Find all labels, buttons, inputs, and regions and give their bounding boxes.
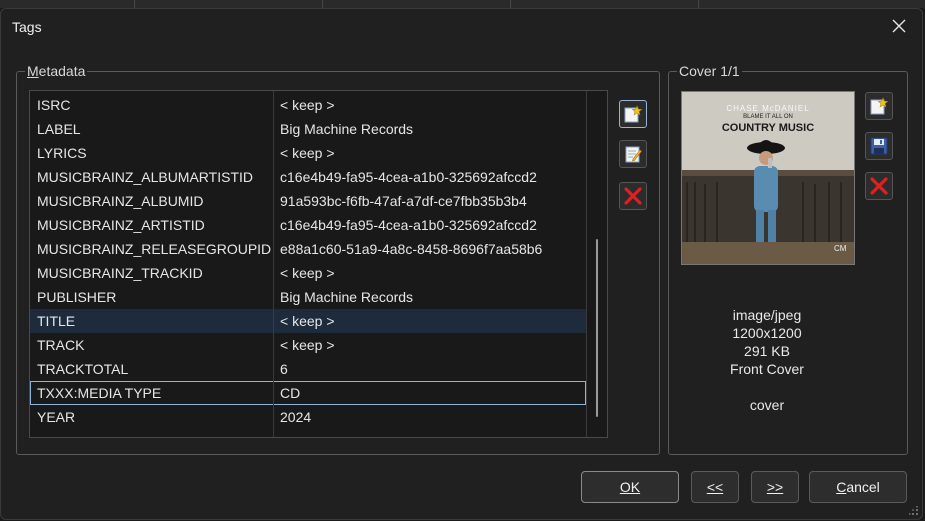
vertical-scrollbar[interactable] [596,239,598,417]
tag-value-cell[interactable]: < keep > [280,337,335,353]
tag-name-cell: LABEL [37,121,81,137]
tag-name-cell: TXXX:MEDIA TYPE [37,385,162,401]
table-row[interactable]: MUSICBRAINZ_ALBUMARTISTID c16e4b49-fa95-4… [30,165,586,189]
delete-tag-icon [624,187,642,205]
table-row[interactable]: TRACK < keep > [30,333,586,357]
table-row[interactable]: MUSICBRAINZ_TRACKID < keep > [30,261,586,285]
add-tag-button[interactable] [619,100,647,128]
metadata-group-label: Metadata [25,63,88,79]
delete-tag-button[interactable] [619,182,647,210]
cover-type: Front Cover [730,361,804,377]
cover-art-subtitle: BLAME IT ALL ON [743,114,793,120]
tag-name-cell: LYRICS [37,145,87,161]
metadata-table[interactable]: ISRC < keep > LABEL Big Machine Records LYRI… [29,90,608,438]
title-bar: Tags [1,9,922,47]
cover-info: image/jpeg 1200x1200 291 KB Front Cover … [669,306,865,414]
cancel-label-rest: ancel [846,479,880,495]
tag-value-cell[interactable]: Big Machine Records [280,289,413,305]
tag-name-cell: MUSICBRAINZ_RELEASEGROUPID [37,241,272,257]
cover-dimensions: 1200x1200 [732,325,802,341]
close-icon [892,19,906,33]
ok-button-label: OK [619,479,641,495]
table-row[interactable]: YEAR 2024 [30,405,586,429]
table-row[interactable]: MUSICBRAINZ_ALBUMID 91a593bc-f6fb-47af-a7… [30,189,586,213]
table-row[interactable]: TXXX:MEDIA TYPE CD [30,381,586,405]
tags-dialog: Tags Metadata ISRC < keep > LABEL Big Machi… [0,8,923,520]
tag-value-cell[interactable]: 6 [280,361,288,377]
table-row[interactable]: TRACKTOTAL 6 [30,357,586,381]
tag-name-cell: TRACKTOTAL [37,361,129,377]
tag-value-cell[interactable]: CD [280,385,300,401]
table-row[interactable]: MUSICBRAINZ_RELEASEGROUPID e88a1c60-51a9-… [30,237,586,261]
tag-name-cell: MUSICBRAINZ_ALBUMARTISTID [37,169,253,185]
next-button[interactable]: >> [751,471,799,503]
cover-art-image: CHASE McDANIEL BLAME IT ALL ON COUNTRY M… [681,91,855,265]
save-cover-button[interactable] [865,132,893,160]
tag-value-cell[interactable]: < keep > [280,313,335,329]
previous-button-label: << [706,479,724,495]
cover-art-mark: CM [834,244,847,253]
add-cover-icon [870,97,888,115]
delete-cover-icon [870,177,888,195]
table-row[interactable]: LABEL Big Machine Records [30,117,586,141]
cover-size: 291 KB [744,343,790,359]
metadata-mnemonic: M [27,63,39,79]
resize-grip-icon[interactable] [909,506,919,516]
background-window-strip [0,0,925,8]
tag-value-cell[interactable]: 91a593bc-f6fb-47af-a7df-ce7fbb35b3b4 [280,193,527,209]
cancel-mnemonic: C [836,479,847,495]
cover-group: Cover 1/1 CHASE McDANIEL BLAME IT ALL ON… [668,63,908,455]
cover-description: cover [749,397,785,413]
tag-value-cell[interactable]: c16e4b49-fa95-4cea-a1b0-325692afccd2 [280,217,537,233]
cover-group-label: Cover 1/1 [677,63,742,79]
tag-value-cell[interactable]: < keep > [280,265,335,281]
table-row[interactable]: LYRICS < keep > [30,141,586,165]
tag-value-cell[interactable]: 2024 [280,409,311,425]
add-cover-button[interactable] [865,92,893,120]
table-row[interactable]: TITLE < keep > [30,309,586,333]
table-row[interactable]: ISRC < keep > [30,93,586,117]
close-button[interactable] [876,9,922,45]
save-cover-icon [870,137,888,155]
table-row[interactable]: MUSICBRAINZ_ARTISTID c16e4b49-fa95-4cea-a… [30,213,586,237]
metadata-label-rest: etadata [38,63,86,79]
tag-name-cell: MUSICBRAINZ_ALBUMID [37,193,204,209]
ok-button[interactable]: OK [581,471,679,503]
tag-name-cell: MUSICBRAINZ_ARTISTID [37,217,205,233]
tag-name-cell: ISRC [37,97,71,113]
tag-value-cell[interactable]: e88a1c60-51a9-4a8c-8458-8696f7aa58b6 [280,241,542,257]
table-row[interactable]: PUBLISHER Big Machine Records [30,285,586,309]
tag-name-cell: PUBLISHER [37,289,117,305]
next-button-label: >> [766,479,784,495]
edit-tag-icon [625,146,642,163]
previous-button[interactable]: << [691,471,739,503]
add-tag-icon [624,105,642,123]
tag-name-cell: MUSICBRAINZ_TRACKID [37,265,203,281]
tag-name-cell: TITLE [37,313,76,329]
cover-art-title: COUNTRY MUSIC [721,122,815,134]
tag-name-cell: YEAR [37,409,76,425]
tag-value-cell[interactable]: c16e4b49-fa95-4cea-a1b0-325692afccd2 [280,169,537,185]
tag-value-cell[interactable]: < keep > [280,97,335,113]
column-separator-right [586,91,587,437]
column-separator [273,91,274,437]
cover-art-artist: CHASE McDANIEL [726,104,810,113]
window-title: Tags [12,19,42,35]
tag-value-cell[interactable]: < keep > [280,145,335,161]
delete-cover-button[interactable] [865,172,893,200]
tag-value-cell[interactable]: Big Machine Records [280,121,413,137]
metadata-group: Metadata ISRC < keep > LABEL Big Machine Re… [16,63,660,455]
tag-name-cell: TRACK [37,337,85,353]
cancel-button-label: Cancel [836,479,880,495]
cover-mime: image/jpeg [732,307,802,323]
cancel-button[interactable]: Cancel [809,471,907,503]
edit-tag-button[interactable] [619,140,647,168]
